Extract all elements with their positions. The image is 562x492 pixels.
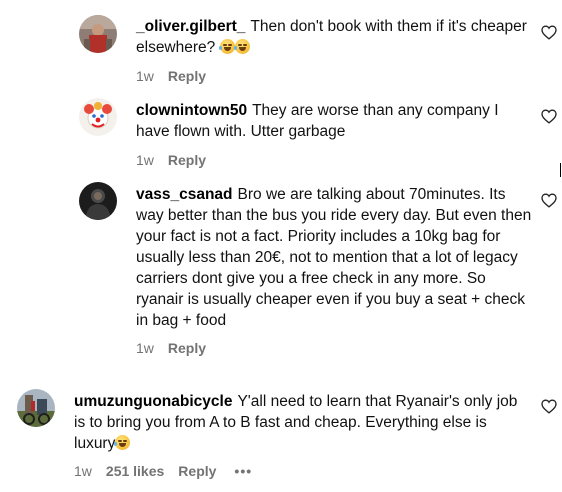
heart-icon[interactable] (541, 25, 557, 40)
avatar[interactable] (79, 182, 117, 220)
comment-username[interactable]: vass_csanad (136, 186, 233, 203)
comment-username[interactable]: umuzunguonabicycle (74, 393, 232, 410)
heart-icon[interactable] (541, 399, 557, 414)
avatar[interactable] (79, 98, 117, 136)
comment-username[interactable]: clownintown50 (136, 102, 247, 119)
comment-text: vass_csanad Bro we are talking about 70mi… (136, 184, 532, 331)
comment-meta: 1w 251 likes Reply ••• (74, 462, 252, 480)
comment-time: 1w (136, 152, 154, 168)
likes-count[interactable]: 251 likes (106, 462, 164, 480)
comment-time: 1w (74, 463, 92, 479)
heart-icon[interactable] (541, 109, 557, 124)
comment-body: Bro we are talking about 70minutes. Its … (136, 186, 532, 329)
text-cursor (560, 163, 561, 177)
laughing-crying-emoji-icon (233, 39, 250, 54)
reply-button[interactable]: Reply (168, 151, 206, 169)
reply-button[interactable]: Reply (168, 67, 206, 85)
laughing-crying-emoji-icon (114, 435, 131, 450)
avatar[interactable] (17, 389, 55, 427)
comment-meta: 1w Reply (136, 339, 206, 357)
laughing-crying-emoji-icon (218, 39, 235, 54)
more-options-icon[interactable]: ••• (234, 462, 252, 480)
reply-button[interactable]: Reply (168, 339, 206, 357)
comment-text: clownintown50 They are worse than any com… (136, 100, 536, 142)
comment-meta: 1w Reply (136, 67, 206, 85)
heart-icon[interactable] (541, 193, 557, 208)
comment-time: 1w (136, 340, 154, 356)
comment-username[interactable]: _oliver.gilbert_ (136, 18, 245, 35)
comment-text: umuzunguonabicycle Y'all need to learn th… (74, 391, 522, 454)
comment-meta: 1w Reply (136, 151, 206, 169)
reply-button[interactable]: Reply (178, 462, 216, 480)
comment-text: _oliver.gilbert_ Then don't book with the… (136, 16, 536, 58)
avatar[interactable] (79, 15, 117, 53)
comment-time: 1w (136, 68, 154, 84)
